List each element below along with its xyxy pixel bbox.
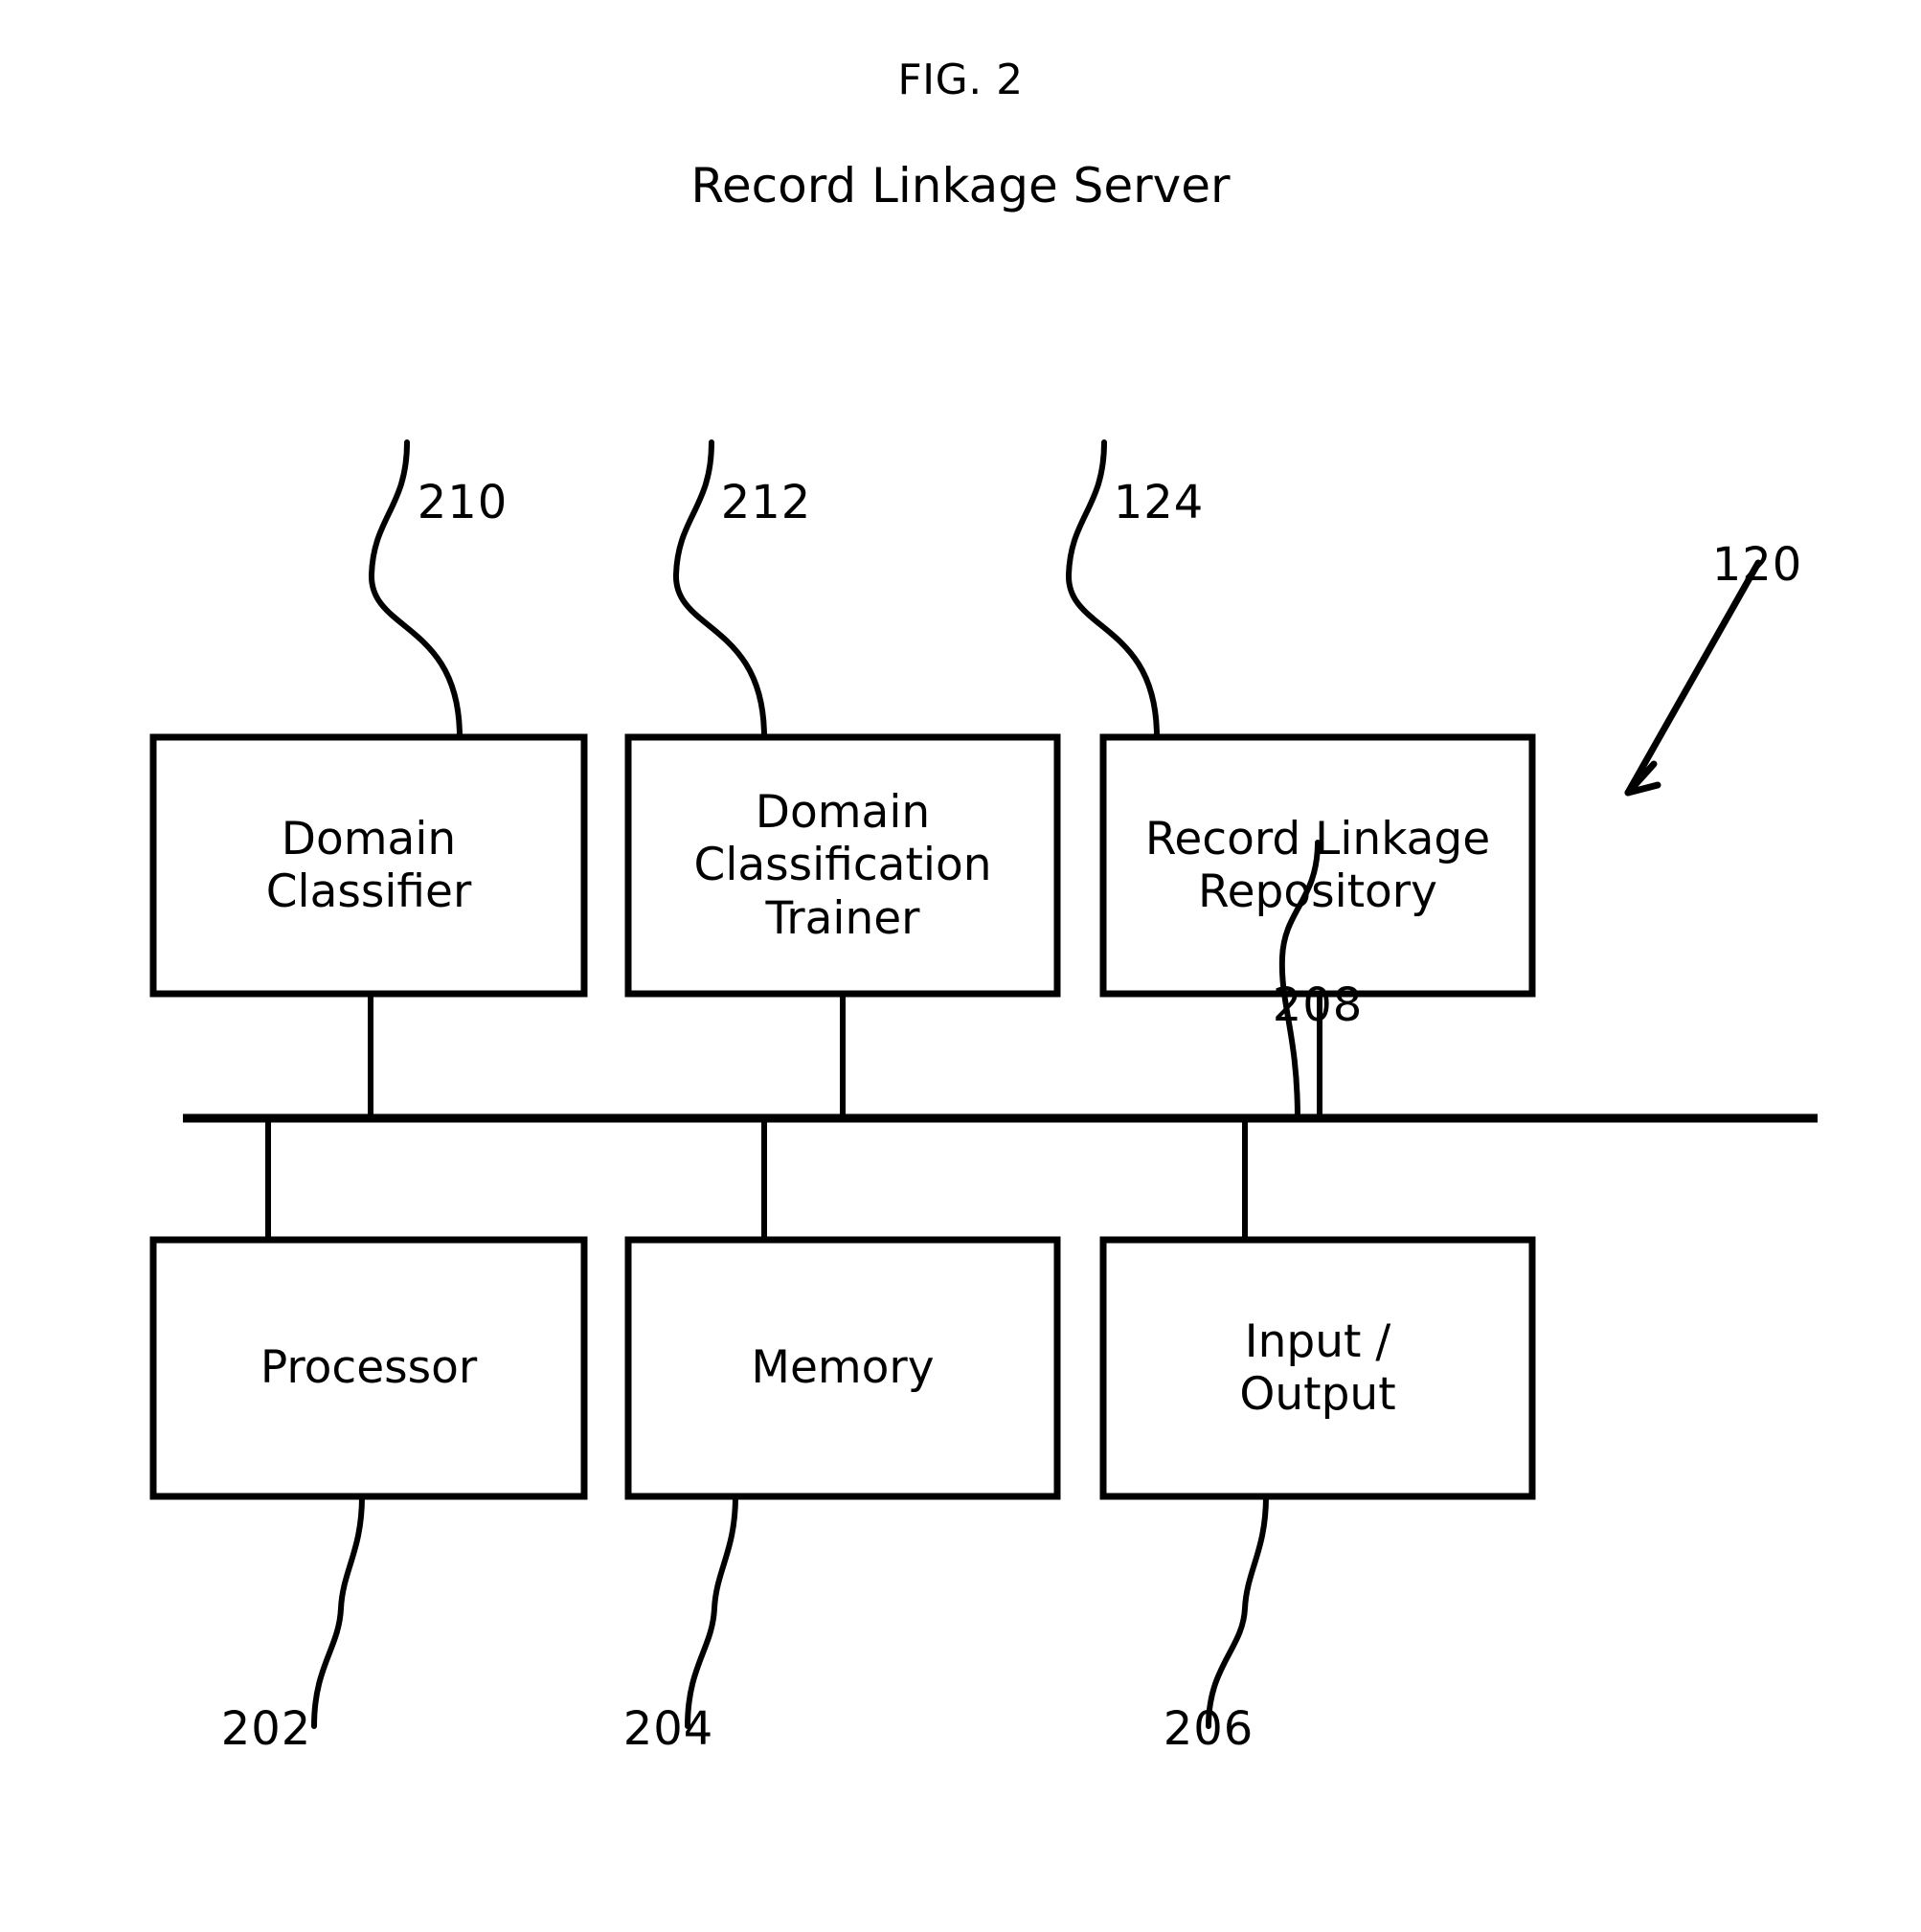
box-domain-classification-trainer <box>624 733 1061 998</box>
patent-figure: FIG. 2 Record Linkage Server Domain Clas… <box>0 0 1921 1932</box>
leader-line-204 <box>685 1494 738 1729</box>
leader-line-206 <box>1206 1494 1269 1729</box>
box-input-output <box>1099 1236 1536 1500</box>
box-memory <box>624 1236 1061 1500</box>
ref-numeral-204: 204 <box>622 1702 714 1756</box>
ref-numeral-210: 210 <box>417 476 508 529</box>
leader-line-202 <box>311 1494 365 1729</box>
ref-numeral-202: 202 <box>220 1702 312 1756</box>
ref-numeral-124: 124 <box>1113 476 1205 529</box>
ref-numeral-206: 206 <box>1163 1702 1254 1756</box>
diagram-canvas <box>149 439 1818 1729</box>
box-domain-classifier <box>149 733 588 998</box>
leader-arrow-120 <box>1624 559 1762 797</box>
box-processor <box>149 1236 588 1500</box>
ref-numeral-212: 212 <box>720 476 812 529</box>
ref-numeral-208: 208 <box>1272 978 1364 1032</box>
ref-numeral-120: 120 <box>1711 538 1803 592</box>
